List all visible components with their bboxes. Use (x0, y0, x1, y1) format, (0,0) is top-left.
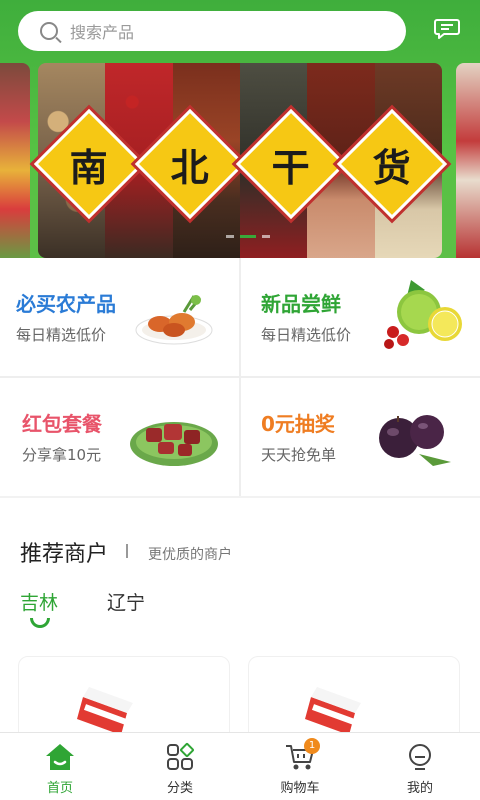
banner-next-slide (456, 63, 480, 258)
banner-char: 干 (271, 144, 310, 190)
header: 搜索产品 南 北 干 货 (0, 0, 480, 258)
promo-subtitle: 每日精选低价 (16, 326, 107, 344)
banner-dot (226, 235, 234, 238)
promo-subtitle: 每日精选低价 (261, 326, 352, 344)
promo-subtitle: 分享拿10元 (22, 446, 102, 464)
nav-label: 首页 (46, 781, 73, 796)
promo-title: 必买农产品 (16, 292, 116, 316)
banner-prev-slide (0, 63, 30, 258)
home-icon (46, 744, 74, 770)
profile-icon (409, 744, 431, 770)
banner-char-badge: 北 (134, 108, 245, 220)
crab-plate-icon (135, 295, 213, 345)
promo-free-lottery[interactable]: 0元抽奖 天天抢免单 (241, 378, 480, 496)
category-icon (167, 743, 194, 770)
promo-new-arrivals[interactable]: 新品尝鲜 每日精选低价 (241, 258, 480, 376)
nav-profile[interactable]: 我的 (360, 733, 480, 800)
message-icon[interactable] (434, 18, 460, 40)
promo-red-packet[interactable]: 红包套餐 分享拿10元 (0, 378, 239, 496)
nav-cart[interactable]: 1 购物车 (240, 733, 360, 800)
banner-char-badge: 南 (33, 108, 144, 220)
banner-dot-active (240, 235, 256, 238)
promo-subtitle: 天天抢免单 (261, 446, 337, 464)
banner-dot (262, 235, 270, 238)
section-subtitle: 更优质的商户 (148, 547, 232, 563)
nav-label: 购物车 (280, 781, 320, 796)
tab-active-indicator (30, 618, 50, 628)
cart-count-badge: 1 (304, 738, 320, 754)
promo-must-buy[interactable]: 必买农产品 每日精选低价 (0, 258, 239, 376)
banner-char: 南 (69, 144, 108, 190)
banner-indicator (226, 235, 270, 238)
citrus-fruit-icon (384, 280, 462, 349)
app-screen: 搜索产品 南 北 干 货 必买农产品 每日精选低价 新品尝鲜 每日精选低价 红包… (0, 0, 480, 800)
divider (126, 544, 128, 558)
nav-label: 分类 (166, 781, 193, 796)
banner-char-badge: 货 (336, 108, 447, 220)
search-icon (40, 22, 58, 40)
banner-char: 北 (170, 144, 209, 190)
meat-plate-icon (130, 422, 218, 466)
banner-carousel[interactable]: 南 北 干 货 (0, 63, 480, 258)
nav-home[interactable]: 首页 (0, 733, 120, 800)
bottom-nav: 首页 分类 1 购物车 我的 (0, 732, 480, 800)
search-bar[interactable]: 搜索产品 (18, 11, 406, 51)
tab-liaoning[interactable]: 辽宁 (107, 588, 145, 615)
search-placeholder: 搜索产品 (70, 23, 135, 42)
tab-jilin[interactable]: 吉林 (20, 588, 58, 615)
nav-label: 我的 (406, 781, 433, 796)
recommended-merchants: 推荐商户 更优质的商户 吉林 辽宁 (0, 498, 480, 746)
promo-title: 0元抽奖 (261, 412, 335, 436)
banner-char-badge: 干 (235, 108, 346, 220)
promo-title: 红包套餐 (22, 412, 102, 436)
plums-icon (379, 415, 451, 466)
section-title: 推荐商户 (20, 542, 109, 567)
nav-category[interactable]: 分类 (120, 733, 240, 800)
banner-char: 货 (372, 144, 411, 190)
promo-grid: 必买农产品 每日精选低价 新品尝鲜 每日精选低价 红包套餐 分享拿10元 0元抽… (0, 258, 480, 496)
banner-title: 南 北 干 货 (33, 108, 447, 220)
promo-title: 新品尝鲜 (261, 292, 341, 316)
